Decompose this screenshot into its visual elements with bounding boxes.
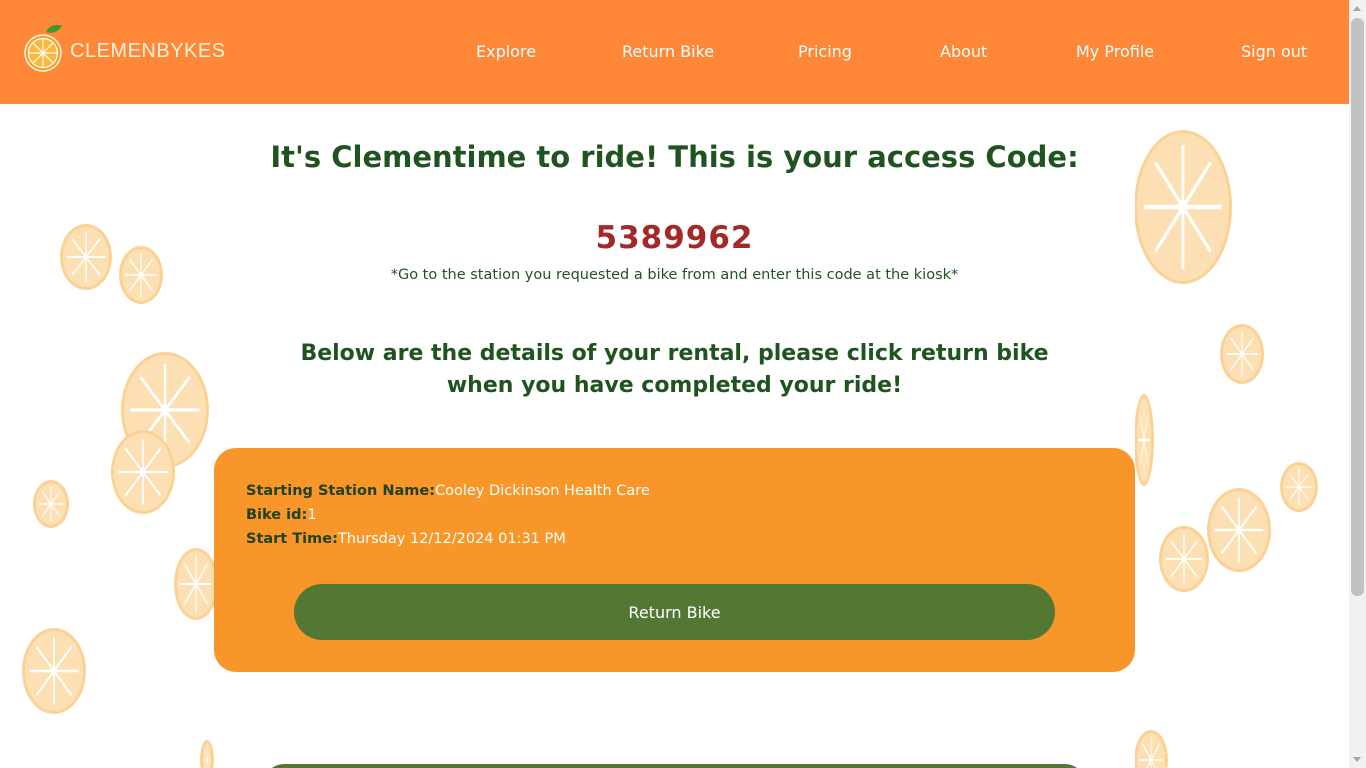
brand-logo[interactable]: CLEMENBYKES: [24, 22, 226, 74]
brand-name: CLEMENBYKES: [70, 39, 226, 62]
starting-station-value: Cooley Dickinson Health Care: [435, 483, 650, 499]
nav-about[interactable]: About: [940, 42, 987, 61]
orange-slice-icon: [111, 430, 175, 514]
orange-slice-icon: [1159, 526, 1209, 592]
nav-explore[interactable]: Explore: [476, 42, 536, 61]
scroll-down-arrow-icon[interactable]: [1353, 757, 1361, 762]
scroll-up-arrow-icon[interactable]: [1353, 6, 1361, 11]
page-title: It's Clementime to ride! This is your ac…: [270, 140, 1079, 174]
bike-id-label: Bike id:: [246, 507, 308, 523]
start-time-label: Start Time:: [246, 531, 338, 547]
rental-details-heading: Below are the details of your rental, pl…: [300, 341, 1049, 398]
orange-slice-icon: [1134, 130, 1232, 284]
rental-details-card: Starting Station Name:Cooley Dickinson H…: [214, 448, 1135, 672]
return-bike-button[interactable]: Return Bike: [294, 584, 1055, 640]
orange-slice-icon: [60, 224, 112, 290]
start-time-value: Thursday 12/12/2024 01:31 PM: [337, 531, 566, 547]
next-section-bar: [264, 764, 1085, 768]
starting-station-label: Starting Station Name:: [246, 483, 436, 499]
start-time-row: Start Time:Thursday 12/12/2024 01:31 PM: [246, 531, 566, 547]
bike-id-row: Bike id:1: [246, 507, 317, 523]
nav-pricing[interactable]: Pricing: [798, 42, 852, 61]
orange-slice-icon: [1134, 394, 1154, 486]
access-code-instructions: *Go to the station you requested a bike …: [390, 267, 959, 283]
starting-station-row: Starting Station Name:Cooley Dickinson H…: [246, 483, 650, 499]
top-navigation-bar: CLEMENBYKES Explore Return Bike Pricing …: [0, 0, 1349, 104]
orange-slice-icon: [33, 480, 69, 528]
orange-slice-icon: [1134, 730, 1168, 768]
scroll-thumb[interactable]: [1351, 18, 1364, 596]
page-scrollbar[interactable]: [1349, 0, 1366, 768]
orange-slice-icon: [1207, 488, 1271, 572]
orange-slice-icon: [1220, 324, 1264, 384]
nav-my-profile[interactable]: My Profile: [1076, 42, 1154, 61]
main-content: It's Clementime to ride! This is your ac…: [214, 104, 1135, 768]
orange-slice-icon: [200, 740, 214, 768]
orange-slice-icon: [22, 628, 86, 714]
access-code: 5389962: [595, 220, 754, 256]
nav-sign-out[interactable]: Sign out: [1241, 42, 1307, 61]
orange-slice-icon: [119, 246, 163, 304]
orange-slice-icon: [1280, 462, 1318, 512]
bike-id-value: 1: [307, 507, 317, 523]
orange-logo-icon: [24, 22, 64, 74]
nav-return-bike[interactable]: Return Bike: [622, 42, 714, 61]
orange-slice-icon: [174, 548, 218, 620]
